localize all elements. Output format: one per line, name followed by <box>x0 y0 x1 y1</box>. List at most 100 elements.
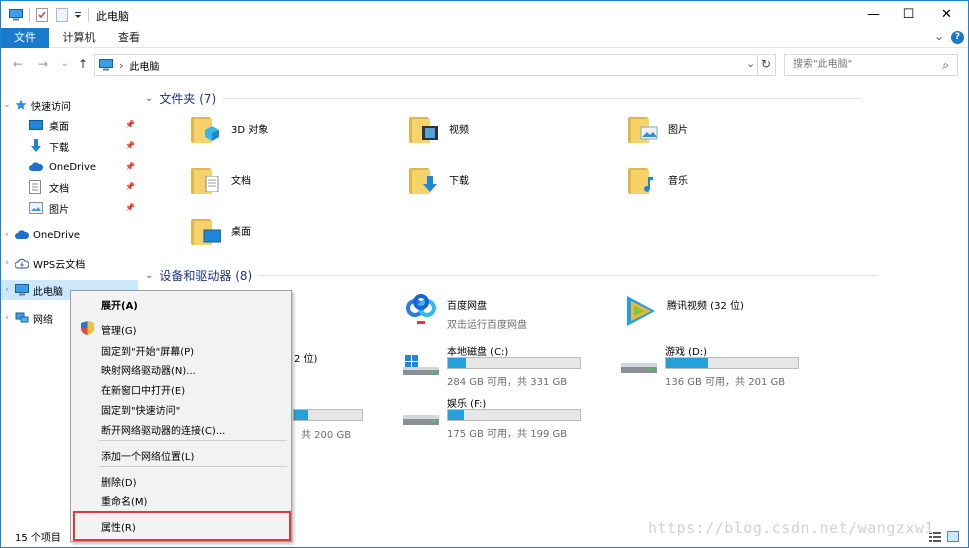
drive-free-partial: 共 200 GB <box>301 430 352 441</box>
picture-icon <box>29 202 43 214</box>
film-icon <box>422 126 438 140</box>
drive-usage-bar <box>447 357 581 369</box>
folder-desktop[interactable]: 桌面 <box>191 217 251 261</box>
sidebar-item-label: 下载 <box>49 142 69 154</box>
chevron-right-icon[interactable]: › <box>1 313 13 323</box>
pin-icon[interactable]: 📌 <box>125 120 135 129</box>
tab-computer[interactable]: 计算机 <box>55 28 103 48</box>
menu-item-add-network-location[interactable]: 添加一个网络位置(L) <box>101 448 194 463</box>
up-button[interactable]: ↑ <box>76 57 90 71</box>
sidebar-item-quick-access[interactable]: ⌄ 快速访问 <box>1 95 71 115</box>
pin-icon[interactable]: 📌 <box>125 162 135 171</box>
sidebar-item-network[interactable]: › 网络 <box>1 308 53 328</box>
sidebar-item-onedrive[interactable]: › OneDrive <box>1 225 80 245</box>
sidebar-item-downloads[interactable]: 下载 <box>29 136 69 156</box>
tab-file[interactable]: 文件 <box>1 28 49 48</box>
large-icons-view-icon[interactable] <box>947 531 959 542</box>
star-icon <box>15 99 27 110</box>
folder-pictures[interactable]: 图片 <box>628 115 688 159</box>
group-header-folders[interactable]: ⌄ 文件夹 (7) <box>145 90 863 107</box>
device-baidu-netdisk[interactable]: 百度网盘 双击运行百度网盘 <box>403 293 527 333</box>
pin-icon[interactable]: 📌 <box>125 141 135 150</box>
properties-icon[interactable] <box>36 7 48 22</box>
menu-separator <box>99 440 287 441</box>
drive-c[interactable]: 本地磁盘 (C:) 284 GB 可用，共 331 GB <box>403 343 593 388</box>
menu-item-delete[interactable]: 删除(D) <box>101 474 137 489</box>
folder-videos[interactable]: 视频 <box>409 115 469 159</box>
baidu-netdisk-icon <box>406 294 436 324</box>
maximize-button[interactable]: ☐ <box>892 1 925 28</box>
drive-name: 游戏 (D:) <box>665 347 708 358</box>
tab-view[interactable]: 查看 <box>107 28 151 48</box>
drive-d[interactable]: 游戏 (D:) 136 GB 可用，共 201 GB <box>621 343 811 388</box>
pin-icon[interactable]: 📌 <box>125 203 135 212</box>
device-tencent-video[interactable]: 腾讯视频 (32 位) <box>621 293 744 333</box>
chevron-down-icon[interactable]: ⌄ <box>145 93 153 104</box>
pin-icon[interactable]: 📌 <box>125 182 135 191</box>
breadcrumb-separator-icon[interactable]: › <box>119 59 123 72</box>
sidebar-item-wps-cloud[interactable]: › WPS云文档 <box>1 253 85 273</box>
drive-name: 本地磁盘 (C:) <box>447 347 509 358</box>
menu-item-rename[interactable]: 重命名(M) <box>101 493 147 508</box>
minimize-button[interactable]: — <box>857 1 890 28</box>
new-folder-icon[interactable] <box>56 7 68 22</box>
collapse-ribbon-icon[interactable]: ⌄ <box>934 29 944 43</box>
menu-item-expand[interactable]: 展开(A) <box>101 297 138 312</box>
chevron-down-icon[interactable]: ⌄ <box>1 100 13 110</box>
menu-item-properties[interactable]: 属性(R) <box>101 519 136 534</box>
device-name: 百度网盘 <box>447 301 487 312</box>
customize-toolbar-chevron-icon[interactable] <box>74 10 82 20</box>
windows-drive-icon <box>403 355 439 375</box>
sidebar-item-label: OneDrive <box>49 161 97 173</box>
drive-f[interactable]: 娱乐 (F:) 175 GB 可用，共 199 GB <box>403 395 593 440</box>
menu-item-open-new-window[interactable]: 在新窗口中打开(E) <box>101 382 185 397</box>
breadcrumb-this-pc[interactable]: 此电脑 <box>129 58 159 73</box>
document-icon <box>29 180 41 194</box>
back-button[interactable]: ← <box>11 57 25 71</box>
sidebar-item-onedrive-quick[interactable]: OneDrive <box>29 157 96 177</box>
recent-locations-button[interactable]: ⌄ <box>58 57 72 71</box>
search-input[interactable]: 搜索"此电脑" ⌕ <box>784 54 958 76</box>
folder-documents[interactable]: 文档 <box>191 166 251 210</box>
folder-3d-objects[interactable]: 3D 对象 <box>191 115 268 159</box>
address-bar[interactable]: › 此电脑 ⌄ ↻ <box>94 54 776 76</box>
folder-label: 视频 <box>449 125 469 136</box>
chevron-right-icon[interactable]: › <box>1 230 13 240</box>
address-dropdown-icon[interactable]: ⌄ <box>746 57 755 70</box>
refresh-icon[interactable]: ↻ <box>761 57 771 71</box>
group-header-devices[interactable]: ⌄ 设备和驱动器 (8) <box>145 267 879 284</box>
menu-item-manage[interactable]: 管理(G) <box>101 322 137 337</box>
folder-music[interactable]: 音乐 <box>628 166 688 210</box>
close-button[interactable]: ✕ <box>930 1 963 28</box>
help-icon[interactable]: ? <box>951 31 964 44</box>
folder-icon <box>628 115 660 143</box>
drive-usage-bar <box>665 357 799 369</box>
folder-downloads[interactable]: 下载 <box>409 166 469 210</box>
sidebar-item-documents[interactable]: 文档 <box>29 177 69 197</box>
menu-item-map-network-drive[interactable]: 映射网络驱动器(N)... <box>101 362 196 377</box>
sidebar-item-label: 文档 <box>49 183 69 195</box>
sidebar-item-desktop[interactable]: 桌面 <box>29 115 69 135</box>
forward-button[interactable]: → <box>36 57 50 71</box>
chevron-down-icon[interactable]: ⌄ <box>145 270 153 281</box>
drive-usage-bar-partial <box>293 409 363 421</box>
document-icon <box>205 176 219 192</box>
window-title: 此电脑 <box>96 10 129 23</box>
drive-usage-fill <box>294 410 308 420</box>
hard-drive-icon <box>403 415 439 425</box>
shield-icon <box>81 321 94 335</box>
desktop-icon <box>29 119 43 130</box>
menu-item-pin-quick-access[interactable]: 固定到"快速访问" <box>101 402 180 417</box>
computer-icon <box>9 8 23 20</box>
computer-icon <box>99 59 113 71</box>
chevron-right-icon[interactable]: › <box>1 258 13 268</box>
sidebar-item-pictures[interactable]: 图片 <box>29 198 69 218</box>
folder-label: 文档 <box>231 176 251 187</box>
menu-item-disconnect-network-drive[interactable]: 断开网络驱动器的连接(C)... <box>101 422 225 437</box>
menu-item-pin-start[interactable]: 固定到"开始"屏幕(P) <box>101 343 194 358</box>
chevron-right-icon[interactable]: › <box>1 285 13 295</box>
device-subtitle: 双击运行百度网盘 <box>447 320 527 331</box>
search-placeholder: 搜索"此电脑" <box>793 59 853 70</box>
sidebar-item-label: 桌面 <box>49 121 69 133</box>
divider <box>757 55 758 75</box>
